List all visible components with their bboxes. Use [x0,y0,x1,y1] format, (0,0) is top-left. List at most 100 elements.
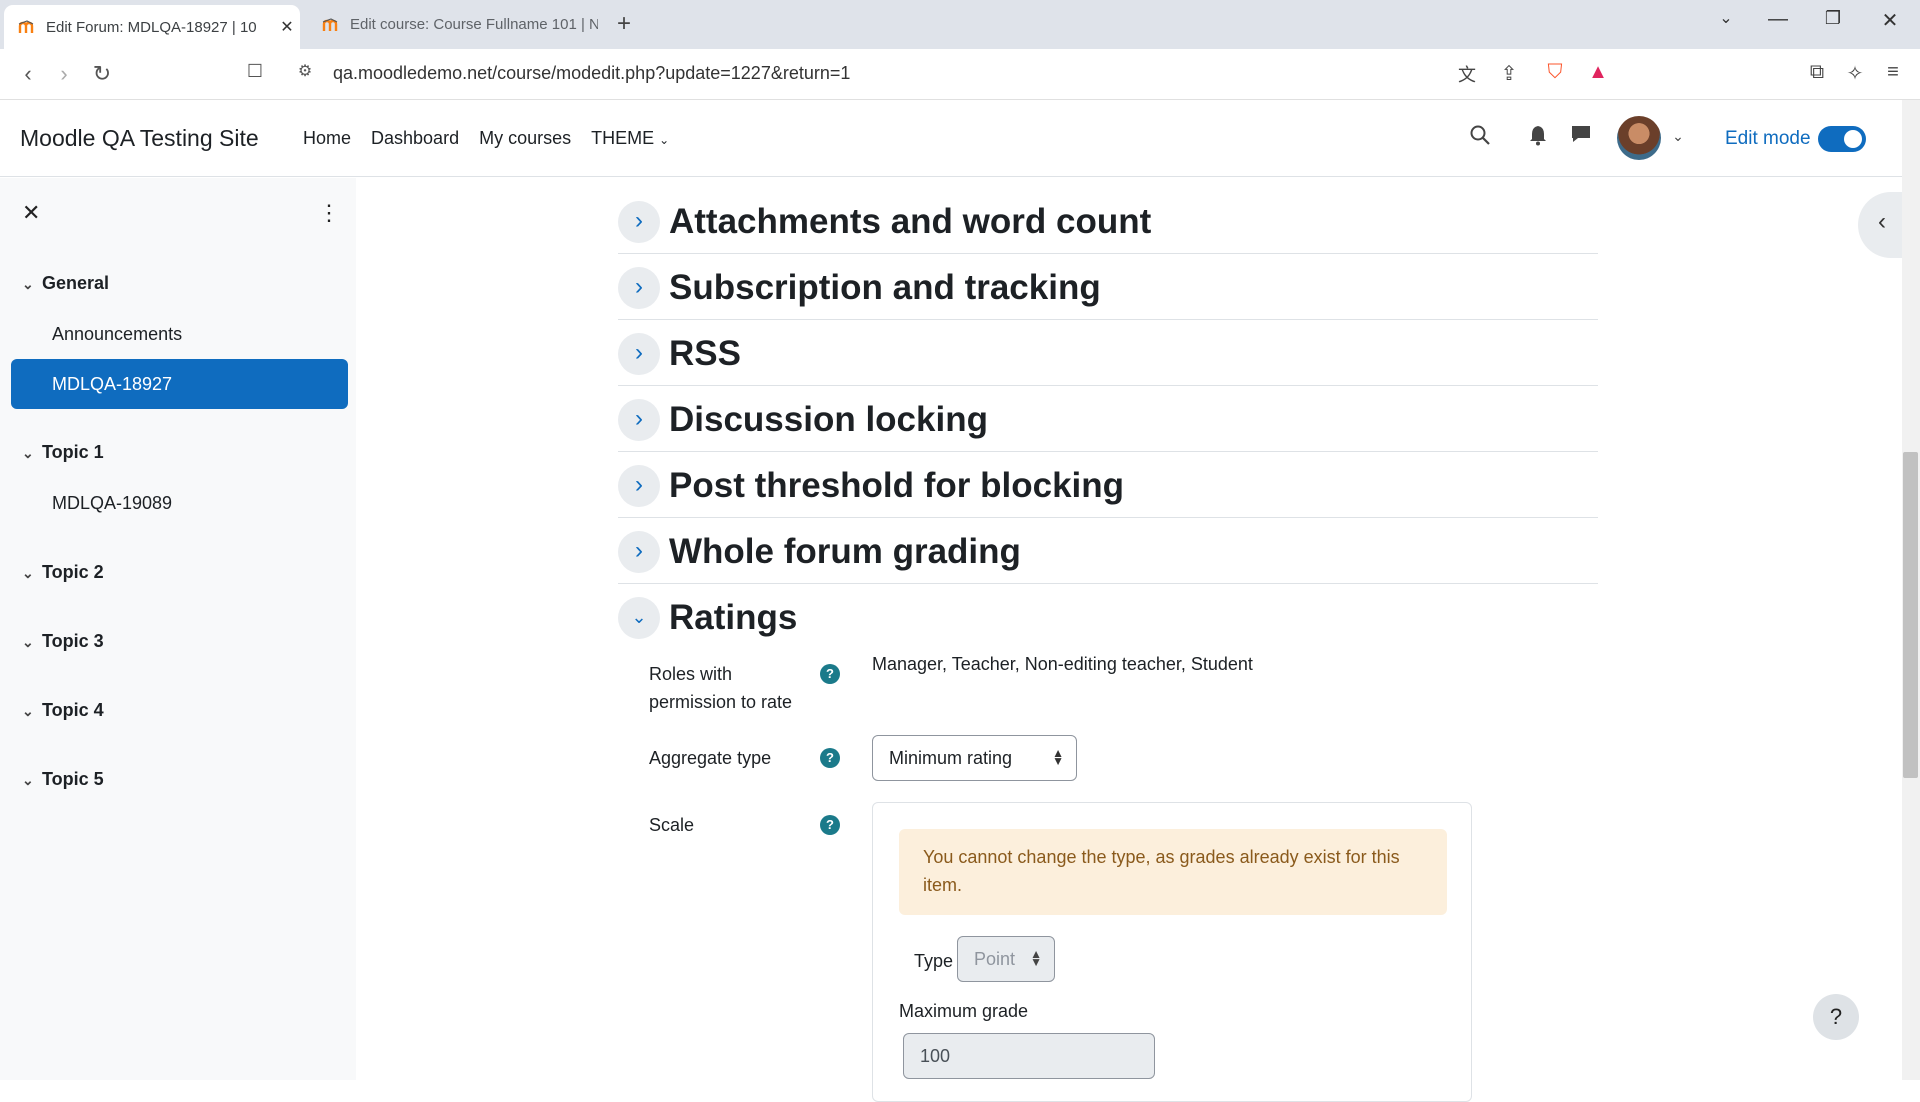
scale-label: Scale [649,815,695,835]
chevron-right-icon[interactable]: › [618,333,660,375]
section-header-ratings[interactable]: ⌄ Ratings [618,584,1598,650]
edit-mode-toggle[interactable] [1818,126,1866,152]
section-header-discussion-locking[interactable]: › Discussion locking [618,386,1598,452]
sidebar-item-mdlqa-18927[interactable]: MDLQA-18927 [11,359,348,409]
extensions-icon[interactable]: ⧉ [1802,61,1832,84]
aggregate-type-select[interactable]: Minimum rating ▲ ▼ [872,735,1077,781]
section-header-whole-forum-grading[interactable]: › Whole forum grading [618,518,1598,584]
leo-ai-icon[interactable]: ✧ [1840,61,1870,86]
grades-exist-alert: You cannot change the type, as grades al… [899,829,1447,915]
roles-label: Roles with permission to rate [649,660,792,716]
notifications-bell-icon[interactable] [1523,124,1553,152]
translate-icon[interactable]: 文 [1452,61,1482,87]
help-fab-button[interactable]: ? [1813,994,1859,1040]
chevron-right-icon[interactable]: › [618,465,660,507]
site-name[interactable]: Moodle QA Testing Site [20,125,259,152]
aggregate-type-value: Minimum rating [889,748,1013,768]
browser-tab-active[interactable]: Edit Forum: MDLQA-18927 | 10 ✕ [4,5,300,49]
chevron-down-icon: ⌄ [22,445,34,461]
browser-tab-bar: Edit Forum: MDLQA-18927 | 10 ✕ Edit cour… [0,0,1920,49]
sidebar-section-topic-2[interactable]: ⌄ Topic 2 [22,562,104,583]
share-icon[interactable]: ⇪ [1494,61,1524,86]
maximum-grade-label: Maximum grade [899,1001,1029,1021]
scale-type-label: Type [914,951,954,971]
site-settings-icon[interactable]: ⚙ [290,61,320,81]
aggregate-type-label: Aggregate type [649,748,772,768]
messages-icon[interactable] [1566,124,1596,150]
brave-shield-icon[interactable]: ⛉ [1540,61,1570,84]
close-drawer-icon[interactable]: ✕ [22,200,40,226]
sidebar-section-general[interactable]: ⌄ General [22,273,109,294]
brave-rewards-icon[interactable]: ▲ [1583,61,1613,84]
nav-my-courses[interactable]: My courses [479,128,571,149]
menu-icon[interactable]: ≡ [1878,61,1908,84]
tab-title: Edit course: Course Fullname 101 | N [350,16,598,33]
close-window-icon[interactable]: ✕ [1870,8,1910,33]
sidebar-item-mdlqa-19089[interactable]: MDLQA-19089 [52,493,172,514]
primary-navigation: Home Dashboard My courses THEME ⌄ [303,128,669,149]
moodle-favicon-icon [18,20,36,34]
back-icon[interactable]: ‹ [13,61,43,87]
chevron-down-icon: ⌄ [659,133,670,147]
maximum-grade-input[interactable]: 100 [903,1033,1155,1079]
section-title: General [42,273,110,293]
sidebar-section-topic-5[interactable]: ⌄ Topic 5 [22,769,104,790]
scale-type-select[interactable]: Point ▲ ▼ [957,936,1055,982]
chevron-down-icon[interactable]: ⌄ [618,597,660,639]
scale-fieldset: You cannot change the type, as grades al… [872,802,1472,1102]
section-title: Topic 2 [42,562,104,582]
forward-icon[interactable]: › [49,61,79,87]
bookmark-icon[interactable]: ☐ [240,61,270,82]
chevron-down-icon: ⌄ [22,565,34,581]
section-title: Attachments and word count [669,202,1152,241]
moodle-navbar: Moodle QA Testing Site Home Dashboard My… [0,100,1920,177]
section-header-post-threshold[interactable]: › Post threshold for blocking [618,452,1598,518]
address-bar: ‹ › ↻ ☐ ⚙ qa.moodledemo.net/course/moded… [0,49,1920,100]
roles-label-line-2: permission to rate [649,692,793,712]
nav-theme-label: THEME [591,128,655,148]
section-title: Whole forum grading [669,532,1021,571]
user-avatar[interactable] [1617,116,1661,160]
sidebar-section-topic-3[interactable]: ⌄ Topic 3 [22,631,104,652]
section-header-attachments[interactable]: › Attachments and word count [618,188,1598,254]
chevron-right-icon[interactable]: › [618,267,660,309]
sidebar-item-announcements[interactable]: Announcements [52,324,182,345]
url-field[interactable]: qa.moodledemo.net/course/modedit.php?upd… [333,63,850,84]
course-index-drawer: ✕ ⋮ ⌄ General Announcements MDLQA-18927 ⌄… [0,178,356,1080]
chevron-down-icon: ⌄ [22,634,34,650]
help-icon[interactable]: ? [820,748,840,768]
close-tab-icon[interactable]: ✕ [274,17,300,37]
help-icon[interactable]: ? [820,664,840,684]
scale-type-value: Point [974,949,1016,969]
more-options-icon[interactable]: ⋮ [318,200,340,226]
nav-home[interactable]: Home [303,128,351,149]
chevron-down-icon: ⌄ [22,276,34,292]
nav-theme[interactable]: THEME ⌄ [591,128,669,149]
new-tab-icon[interactable]: + [610,10,638,38]
nav-dashboard[interactable]: Dashboard [371,128,459,149]
sidebar-section-topic-4[interactable]: ⌄ Topic 4 [22,700,104,721]
restore-icon[interactable]: ❐ [1813,8,1853,29]
roles-value: Manager, Teacher, Non-editing teacher, S… [872,654,1253,674]
browser-tab[interactable]: Edit course: Course Fullname 101 | N [308,6,598,43]
sidebar-section-topic-1[interactable]: ⌄ Topic 1 [22,442,104,463]
roles-label-line-1: Roles with [649,664,733,684]
help-icon[interactable]: ? [820,815,840,835]
section-title: Topic 3 [42,631,104,651]
chevron-right-icon[interactable]: › [618,201,660,243]
scrollbar-thumb[interactable] [1903,452,1918,778]
section-title: Topic 1 [42,442,104,462]
reload-icon[interactable]: ↻ [87,61,117,87]
section-title: RSS [669,334,741,373]
search-icon[interactable] [1465,124,1495,152]
section-header-subscription[interactable]: › Subscription and tracking [618,254,1598,320]
section-header-rss[interactable]: › RSS [618,320,1598,386]
chevron-right-icon[interactable]: › [618,531,660,573]
user-menu-chevron-icon[interactable]: ⌄ [1663,128,1693,145]
minimize-icon[interactable]: — [1758,8,1798,31]
moodle-favicon-icon [322,17,340,32]
section-title: Discussion locking [669,400,988,439]
select-arrows-icon: ▲ ▼ [1030,947,1042,969]
tab-search-icon[interactable]: ⌄ [1706,8,1746,28]
chevron-right-icon[interactable]: › [618,399,660,441]
